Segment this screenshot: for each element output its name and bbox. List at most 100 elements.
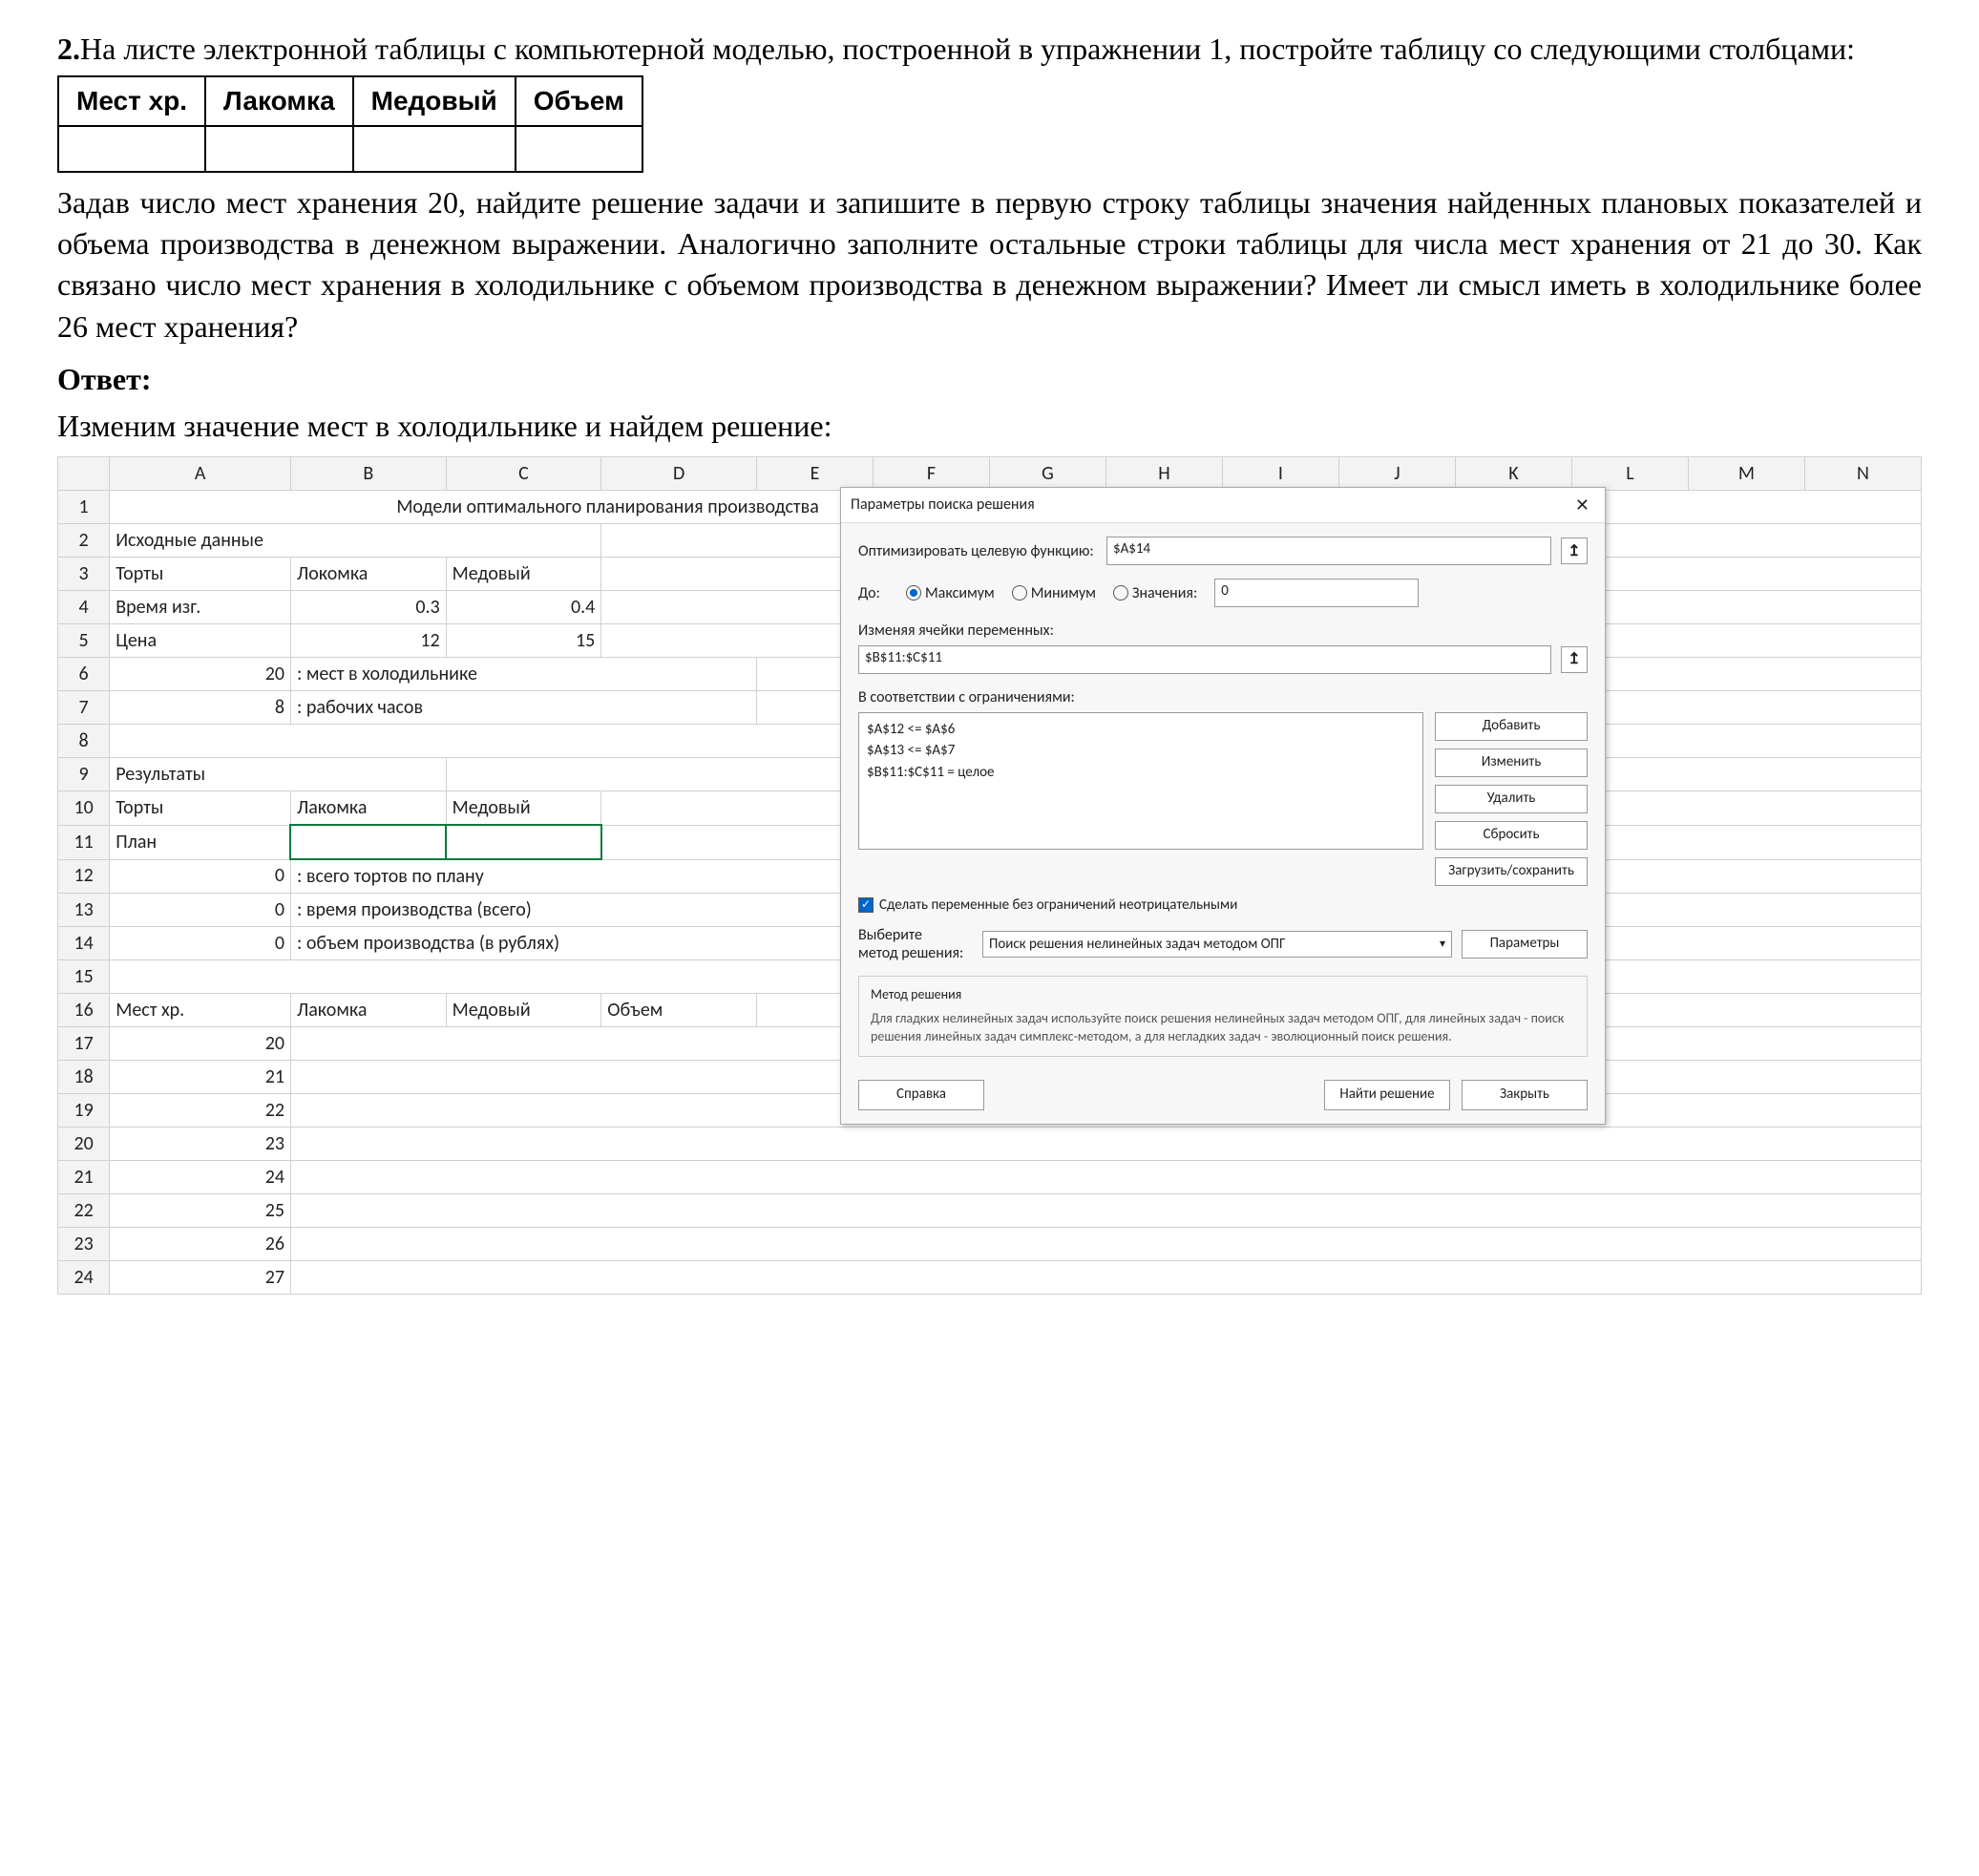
close-button[interactable]: Закрыть bbox=[1462, 1080, 1588, 1110]
cell-A21[interactable]: 24 bbox=[110, 1161, 291, 1194]
cell-A10[interactable]: Торты bbox=[110, 791, 291, 826]
nonneg-checkbox[interactable]: ✓ bbox=[858, 897, 874, 913]
constraint-item[interactable]: $A$12 <= $A$6 bbox=[867, 719, 1415, 741]
cell-A6[interactable]: 20 bbox=[110, 658, 291, 691]
cell-B4[interactable]: 0.3 bbox=[290, 591, 446, 624]
row-6[interactable]: 6 bbox=[58, 658, 110, 691]
cell-B11[interactable] bbox=[290, 825, 446, 859]
corner-cell[interactable] bbox=[58, 457, 110, 491]
col-F[interactable]: F bbox=[873, 457, 989, 491]
cell-A13[interactable]: 0 bbox=[110, 894, 291, 927]
cell-B10[interactable]: Лакомка bbox=[290, 791, 446, 826]
solve-button[interactable]: Найти решение bbox=[1324, 1080, 1450, 1110]
constraint-item[interactable]: $A$13 <= $A$7 bbox=[867, 740, 1415, 762]
radio-min[interactable]: Минимум bbox=[1012, 583, 1096, 604]
cell-A22[interactable]: 25 bbox=[110, 1194, 291, 1228]
objective-input[interactable]: $A$14 bbox=[1106, 537, 1551, 565]
col-A[interactable]: A bbox=[110, 457, 291, 491]
close-icon[interactable]: ✕ bbox=[1569, 494, 1595, 516]
cell-C3[interactable]: Медовый bbox=[446, 558, 601, 591]
cell-A24[interactable]: 27 bbox=[110, 1261, 291, 1295]
row-2[interactable]: 2 bbox=[58, 524, 110, 558]
row-20[interactable]: 20 bbox=[58, 1128, 110, 1161]
radio-max[interactable]: Максимум bbox=[906, 583, 995, 604]
row-11[interactable]: 11 bbox=[58, 825, 110, 859]
cell-A19[interactable]: 22 bbox=[110, 1094, 291, 1128]
vars-input[interactable]: $B$11:$C$11 bbox=[858, 645, 1551, 674]
cell-A9[interactable]: Результаты bbox=[110, 758, 446, 791]
cell-A14[interactable]: 0 bbox=[110, 927, 291, 960]
col-M[interactable]: M bbox=[1688, 457, 1804, 491]
row-21[interactable]: 21 bbox=[58, 1161, 110, 1194]
cell-B7[interactable]: : рабочих часов bbox=[290, 691, 756, 725]
cell-A2[interactable]: Исходные данные bbox=[110, 524, 601, 558]
delete-button[interactable]: Удалить bbox=[1435, 785, 1588, 813]
cell-A17[interactable]: 20 bbox=[110, 1027, 291, 1061]
cell-B14[interactable]: : объем производства (в рублях) bbox=[290, 927, 873, 960]
radio-value[interactable]: Значения: bbox=[1113, 583, 1197, 604]
cell-A20[interactable]: 23 bbox=[110, 1128, 291, 1161]
method-select[interactable]: Поиск решения нелинейных задач методом О… bbox=[982, 931, 1452, 958]
row-18[interactable]: 18 bbox=[58, 1061, 110, 1094]
col-C[interactable]: C bbox=[446, 457, 601, 491]
col-D[interactable]: D bbox=[601, 457, 757, 491]
row-8[interactable]: 8 bbox=[58, 725, 110, 758]
cell-D16[interactable]: Объем bbox=[601, 994, 757, 1027]
cell-C11[interactable] bbox=[446, 825, 601, 859]
row-7[interactable]: 7 bbox=[58, 691, 110, 725]
row-3[interactable]: 3 bbox=[58, 558, 110, 591]
row-4[interactable]: 4 bbox=[58, 591, 110, 624]
cell-A16[interactable]: Мест хр. bbox=[110, 994, 291, 1027]
constraints-listbox[interactable]: $A$12 <= $A$6 $A$13 <= $A$7 $B$11:$C$11 … bbox=[858, 712, 1423, 850]
add-button[interactable]: Добавить bbox=[1435, 712, 1588, 741]
cell-A5[interactable]: Цена bbox=[110, 624, 291, 658]
load-save-button[interactable]: Загрузить/сохранить bbox=[1435, 857, 1588, 886]
cell-C4[interactable]: 0.4 bbox=[446, 591, 601, 624]
constraint-item[interactable]: $B$11:$C$11 = целое bbox=[867, 762, 1415, 784]
col-E[interactable]: E bbox=[756, 457, 873, 491]
row-23[interactable]: 23 bbox=[58, 1228, 110, 1261]
col-I[interactable]: I bbox=[1222, 457, 1338, 491]
row-19[interactable]: 19 bbox=[58, 1094, 110, 1128]
row-9[interactable]: 9 bbox=[58, 758, 110, 791]
cell-A4[interactable]: Время изг. bbox=[110, 591, 291, 624]
col-B[interactable]: B bbox=[290, 457, 446, 491]
col-J[interactable]: J bbox=[1338, 457, 1455, 491]
cell-B5[interactable]: 12 bbox=[290, 624, 446, 658]
edit-button[interactable]: Изменить bbox=[1435, 748, 1588, 777]
row-10[interactable]: 10 bbox=[58, 791, 110, 826]
row-12[interactable]: 12 bbox=[58, 859, 110, 894]
cell-B3[interactable]: Локомка bbox=[290, 558, 446, 591]
cell-C5[interactable]: 15 bbox=[446, 624, 601, 658]
col-H[interactable]: H bbox=[1105, 457, 1222, 491]
cell-A12[interactable]: 0 bbox=[110, 859, 291, 894]
row-24[interactable]: 24 bbox=[58, 1261, 110, 1295]
row-17[interactable]: 17 bbox=[58, 1027, 110, 1061]
help-button[interactable]: Справка bbox=[858, 1080, 984, 1110]
col-L[interactable]: L bbox=[1571, 457, 1688, 491]
cell-A11[interactable]: План bbox=[110, 825, 291, 859]
cell-C10[interactable]: Медовый bbox=[446, 791, 601, 826]
col-N[interactable]: N bbox=[1804, 457, 1921, 491]
cell-A23[interactable]: 26 bbox=[110, 1228, 291, 1261]
objective-range-picker[interactable]: ↥ bbox=[1561, 538, 1588, 564]
row-1[interactable]: 1 bbox=[58, 491, 110, 524]
vars-range-picker[interactable]: ↥ bbox=[1561, 646, 1588, 673]
params-button[interactable]: Параметры bbox=[1462, 930, 1588, 959]
cell-A3[interactable]: Торты bbox=[110, 558, 291, 591]
reset-button[interactable]: Сбросить bbox=[1435, 821, 1588, 850]
dialog-titlebar[interactable]: Параметры поиска решения ✕ bbox=[841, 488, 1605, 523]
cell-A18[interactable]: 21 bbox=[110, 1061, 291, 1094]
row-16[interactable]: 16 bbox=[58, 994, 110, 1027]
cell-B6[interactable]: : мест в холодильнике bbox=[290, 658, 756, 691]
row-15[interactable]: 15 bbox=[58, 960, 110, 994]
cell-C16[interactable]: Медовый bbox=[446, 994, 601, 1027]
cell-B16[interactable]: Лакомка bbox=[290, 994, 446, 1027]
row-13[interactable]: 13 bbox=[58, 894, 110, 927]
target-value-input[interactable]: 0 bbox=[1214, 579, 1419, 607]
row-22[interactable]: 22 bbox=[58, 1194, 110, 1228]
row-14[interactable]: 14 bbox=[58, 927, 110, 960]
cell-B13[interactable]: : время производства (всего) bbox=[290, 894, 873, 927]
row-5[interactable]: 5 bbox=[58, 624, 110, 658]
cell-A7[interactable]: 8 bbox=[110, 691, 291, 725]
